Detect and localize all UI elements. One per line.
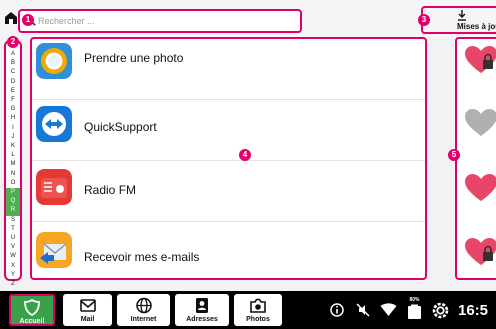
alphabet-letter-q[interactable]: Q: [6, 197, 20, 207]
alphabet-letter-m[interactable]: M: [6, 160, 20, 169]
nav-home-button[interactable]: Accueil: [9, 294, 55, 326]
app-label: Recevoir mes e-mails: [84, 250, 200, 264]
nav-internet-button[interactable]: Internet: [117, 294, 170, 326]
alphabet-letter-i[interactable]: I: [6, 124, 20, 133]
radio-icon: [36, 169, 72, 205]
app-row-radio[interactable]: Radio FM: [32, 161, 425, 222]
download-icon: [458, 10, 466, 21]
heart-gray-icon[interactable]: [464, 108, 496, 138]
app-row-quicksupport[interactable]: QuickSupport: [32, 100, 425, 161]
nav-mail-button[interactable]: Mail: [63, 294, 112, 326]
app-row-photo[interactable]: Prendre une photo: [32, 39, 425, 100]
alphabet-letter-x[interactable]: X: [6, 262, 20, 271]
alphabet-list: ABCDEFGHIJKLMNOPQRSTUVWXYZ: [6, 50, 20, 289]
alphabet-letter-p[interactable]: P: [6, 188, 20, 198]
heart-lock-icon[interactable]: [464, 237, 496, 267]
app-window: Mises à jour ABCDEFGHIJKLMNOPQRSTUVWXYZ …: [0, 0, 496, 329]
nav-label: Accueil: [19, 318, 45, 325]
app-label: Radio FM: [84, 183, 137, 197]
battery-icon: [408, 304, 421, 319]
callout-badge-1: 1: [22, 14, 34, 26]
nav-label: Photos: [246, 316, 270, 323]
alphabet-index[interactable]: ABCDEFGHIJKLMNOPQRSTUVWXYZ: [4, 40, 22, 287]
alphabet-letter-z[interactable]: Z: [6, 280, 20, 289]
clock: 16:5: [458, 302, 489, 319]
globe-icon: [135, 297, 152, 314]
alphabet-letter-r[interactable]: R: [6, 206, 20, 216]
alphabet-letter-k[interactable]: K: [6, 142, 20, 151]
alphabet-letter-n[interactable]: N: [6, 170, 20, 179]
alphabet-letter-v[interactable]: V: [6, 243, 20, 252]
nav-contacts-button[interactable]: Adresses: [175, 294, 229, 326]
alphabet-letter-g[interactable]: G: [6, 105, 20, 114]
nav-photos-button[interactable]: Photos: [234, 294, 282, 326]
favorites-column: [455, 37, 496, 280]
alphabet-letter-o[interactable]: O: [6, 179, 20, 188]
quicksupport-icon: [36, 106, 72, 142]
nav-label: Adresses: [186, 316, 218, 323]
app-list: Prendre une photo QuickSupport Radio FM: [30, 37, 427, 280]
callout-badge-3: 3: [418, 14, 430, 26]
alphabet-letter-j[interactable]: J: [6, 133, 20, 142]
alphabet-letter-t[interactable]: T: [6, 225, 20, 234]
notifications-muted-icon: [356, 303, 370, 317]
callout-badge-5: 5: [448, 149, 460, 161]
email-receive-icon: [36, 232, 72, 268]
contacts-icon: [196, 298, 208, 313]
callout-badge-4: 4: [239, 149, 251, 161]
alphabet-letter-f[interactable]: F: [6, 96, 20, 105]
updates-label: Mises à jour: [457, 22, 496, 31]
alphabet-letter-e[interactable]: E: [6, 87, 20, 96]
alphabet-letter-w[interactable]: W: [6, 252, 20, 261]
info-icon[interactable]: [330, 303, 344, 317]
menu-home-icon[interactable]: [4, 10, 18, 26]
battery-percent: 80%: [409, 297, 420, 303]
mail-icon: [79, 299, 96, 312]
alphabet-letter-s[interactable]: S: [6, 216, 20, 225]
app-label: QuickSupport: [84, 120, 157, 134]
updates-button[interactable]: Mises à jour: [421, 6, 496, 34]
wifi-icon: [380, 303, 397, 316]
alphabet-letter-d[interactable]: D: [6, 78, 20, 87]
camera-lens-icon: [36, 43, 72, 79]
home-shield-icon: [24, 299, 40, 316]
settings-icon[interactable]: [432, 302, 449, 319]
search-box[interactable]: [18, 9, 302, 33]
heart-icon[interactable]: [464, 173, 496, 203]
alphabet-letter-l[interactable]: L: [6, 151, 20, 160]
camera-icon: [250, 298, 266, 313]
alphabet-letter-h[interactable]: H: [6, 114, 20, 123]
nav-label: Internet: [130, 316, 157, 323]
heart-lock-icon[interactable]: [464, 45, 496, 75]
app-label: Prendre une photo: [84, 51, 184, 65]
search-input[interactable]: [38, 13, 293, 29]
alphabet-letter-a[interactable]: A: [6, 50, 20, 59]
alphabet-letter-b[interactable]: B: [6, 59, 20, 68]
callout-badge-2: 2: [7, 36, 19, 48]
alphabet-letter-c[interactable]: C: [6, 68, 20, 77]
nav-label: Mail: [80, 316, 95, 323]
taskbar: Accueil Mail Internet Adresses Photos 80…: [0, 291, 496, 329]
alphabet-letter-y[interactable]: Y: [6, 271, 20, 280]
app-row-email[interactable]: Recevoir mes e-mails: [32, 222, 425, 278]
alphabet-letter-u[interactable]: U: [6, 234, 20, 243]
